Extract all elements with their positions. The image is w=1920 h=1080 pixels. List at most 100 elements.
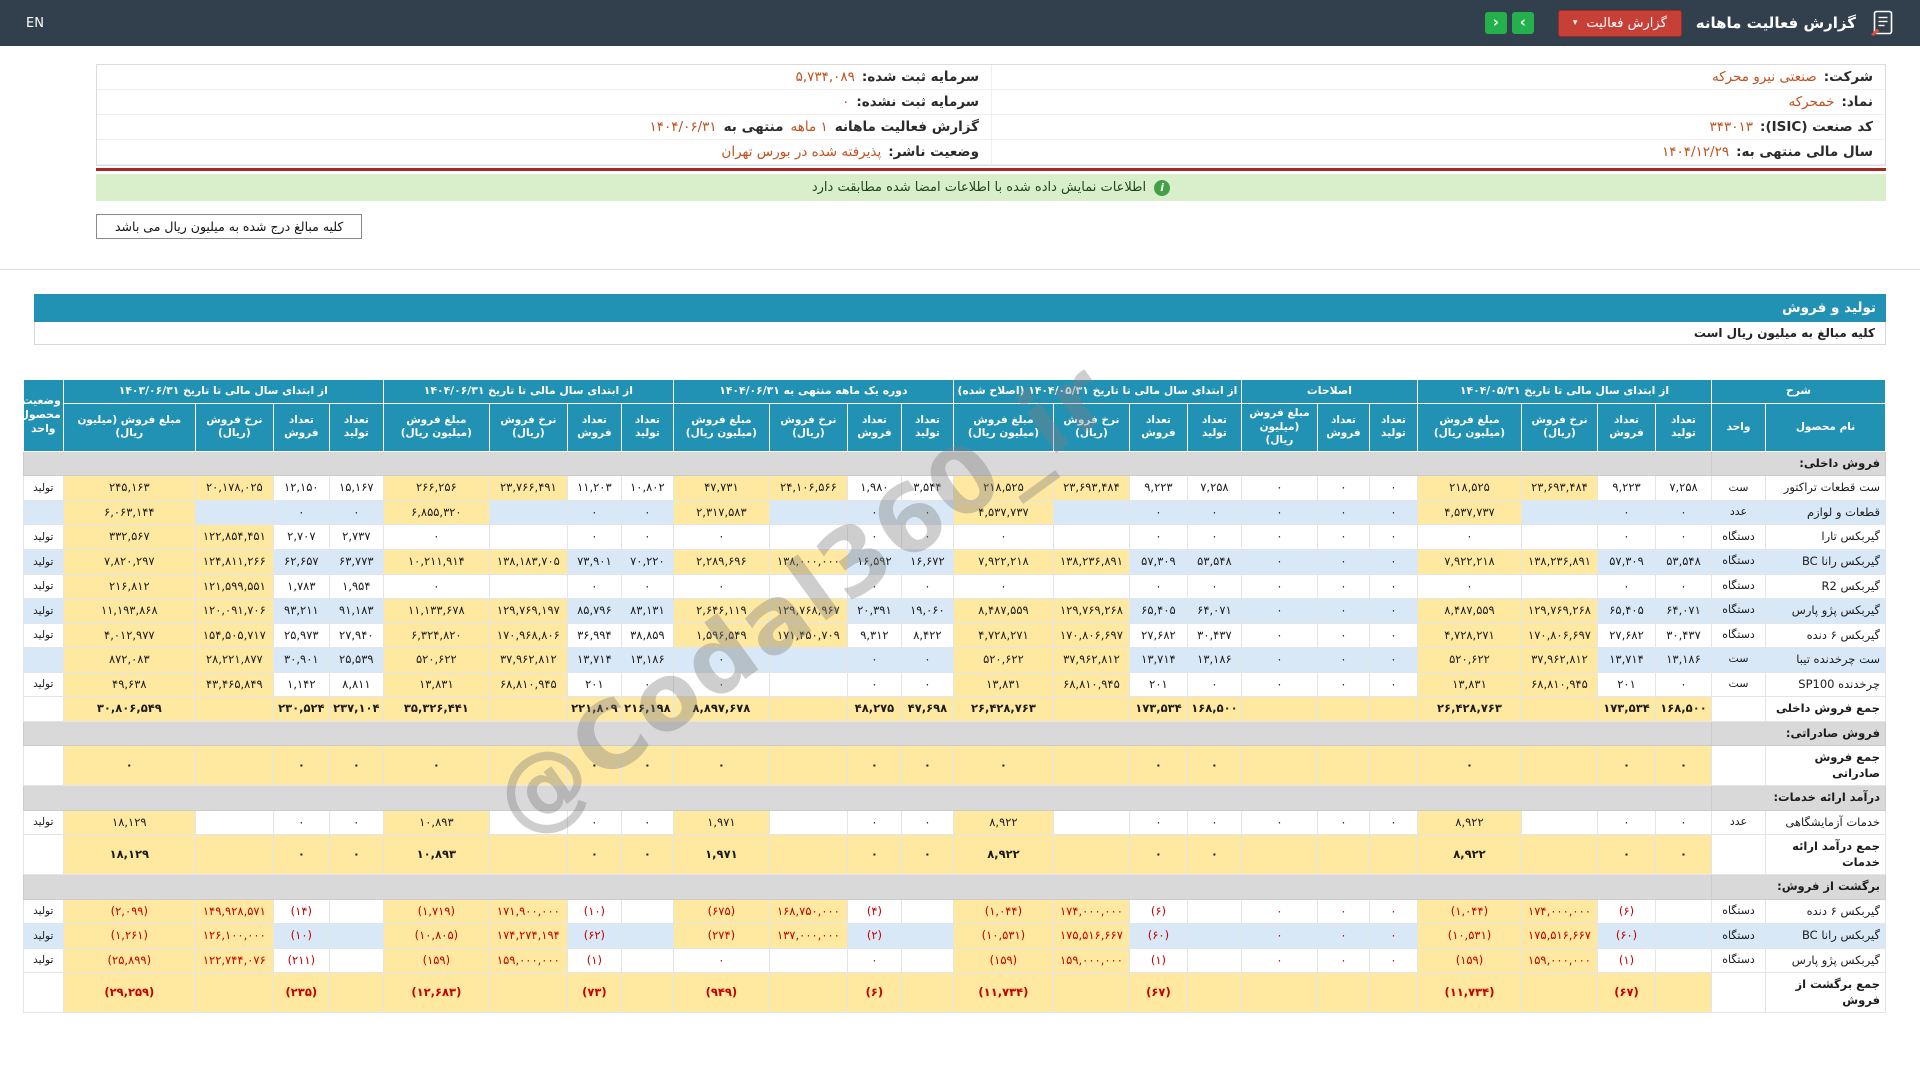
chevron-down-icon: ▾ [1572, 17, 1578, 28]
value-cell: (۲۵,۸۹۹) [62, 947, 196, 974]
value-cell: ۰ [1240, 598, 1318, 624]
value-cell [768, 972, 848, 1014]
value-cell: ۷,۹۲۲,۲۱۸ [1416, 548, 1523, 575]
value-cell [1052, 809, 1130, 836]
value-cell: ۲۶,۴۲۸,۷۶۳ [1416, 696, 1523, 722]
value-cell: ۰ [1655, 524, 1712, 550]
info-field-issuer-status: وضعیت ناشر: پذیرفته شده در بورس تهران [97, 140, 991, 165]
value-cell: ۱۰,۸۰۲ [620, 475, 674, 501]
info-label: وضعیت ناشر: [888, 144, 979, 160]
value-cell: ۰ [900, 809, 954, 836]
value-cell: ۳۸,۸۵۹ [620, 622, 674, 649]
value-cell [488, 745, 568, 787]
value-cell: ۰ [328, 834, 384, 876]
value-cell: ۰ [1368, 947, 1418, 974]
prev-report-button[interactable]: ‹ [1484, 12, 1507, 34]
value-cell: ۰ [1186, 809, 1242, 836]
value-cell [1316, 745, 1370, 787]
value-cell: ۱۳۸,۲۳۶,۸۹۱ [1521, 548, 1598, 575]
value-cell: ۰ [1597, 524, 1656, 550]
value-cell: ۸,۸۹۷,۶۷۸ [672, 696, 770, 722]
value-cell: ۰ [566, 524, 622, 550]
value-cell: ۰ [1655, 573, 1712, 600]
value-cell: ۰ [382, 745, 490, 787]
value-cell [1240, 834, 1318, 876]
value-cell [328, 898, 384, 925]
value-cell: ۶,۸۵۵,۳۲۰ [382, 499, 490, 526]
status-cell: تولید [22, 923, 64, 949]
summary-row: جمع فروش صادراتی ۰ ۰ ۰ ۰ ۰ ۰ ۰ ۰ ۰ ۰ ۰ ۰ ۰ ۰ ۰ [22, 745, 1886, 787]
column-group-header: شرح [1711, 379, 1886, 404]
value-cell: ۰ [900, 499, 954, 526]
unit-cell: دستگاه [1711, 622, 1766, 649]
value-cell: ۱۲۹,۷۶۹,۲۶۸ [1521, 598, 1598, 624]
value-cell: ۰ [1128, 834, 1188, 876]
value-cell: ۸,۹۲۲ [952, 809, 1054, 836]
value-cell: ۶۳,۷۷۳ [328, 548, 384, 575]
value-cell: ۱۳,۱۸۶ [1186, 647, 1242, 673]
value-cell: ۰ [566, 809, 622, 836]
value-cell: ۰ [1655, 834, 1712, 876]
value-cell: ۱۶,۵۹۲ [846, 548, 902, 575]
value-cell: ۱۷۴,۰۰۰,۰۰۰ [1521, 898, 1598, 925]
value-cell: ۳۵,۳۲۶,۴۴۱ [382, 696, 490, 722]
unit-cell [1711, 745, 1766, 787]
value-cell: ۲,۳۱۷,۵۸۳ [672, 499, 770, 526]
value-cell: ۰ [1416, 573, 1523, 600]
language-toggle[interactable]: EN [26, 16, 44, 31]
value-cell: ۲,۲۸۹,۶۹۶ [672, 548, 770, 575]
value-cell [900, 947, 954, 974]
value-cell: ۱۲۶,۱۰۰,۰۰۰ [194, 923, 274, 949]
value-cell [1655, 947, 1712, 974]
info-value: ۵,۷۳۴,۰۸۹ [795, 69, 855, 85]
info-value: ۱۴۰۴/۰۶/۳۱ [649, 119, 717, 135]
value-cell: ۰ [620, 573, 674, 600]
status-cell: تولید [22, 598, 64, 624]
value-cell: ۱۴۹,۹۲۸,۵۷۱ [194, 898, 274, 925]
info-value: ۰ [842, 94, 850, 110]
value-cell [900, 972, 954, 1014]
value-cell: ۰ [1240, 809, 1318, 836]
value-cell: ۱۷۴,۰۰۰,۰۰۰ [1052, 898, 1130, 925]
value-cell: ۰ [1368, 671, 1418, 698]
value-cell [1655, 898, 1712, 925]
value-cell: ۱۳۸,۰۰۰,۰۰۰ [768, 548, 848, 575]
value-cell: ۱۵۹,۰۰۰,۰۰۰ [1521, 947, 1598, 974]
status-cell: تولید [22, 622, 64, 649]
status-cell [22, 647, 64, 673]
value-cell [194, 696, 274, 722]
value-cell: ۲۷,۹۴۰ [328, 622, 384, 649]
value-cell: ۲۳,۶۹۳,۴۸۴ [1521, 475, 1598, 501]
value-cell [1521, 499, 1598, 526]
value-cell: ۱۶,۶۷۲ [900, 548, 954, 575]
product-row: قطعات و لوازم عدد ۰ ۰ ۴,۵۳۷,۷۳۷ ۰ ۰ ۰ ۰ ۰ ۴,۵۳۷,۷۳… [22, 499, 1886, 526]
value-cell: ۱۵۹,۰۰۰,۰۰۰ [488, 947, 568, 974]
next-report-button[interactable]: › [1511, 12, 1534, 34]
value-cell: ۰ [1240, 499, 1318, 526]
section-filler [22, 720, 1713, 747]
section-row: درآمد ارائه خدمات: [22, 785, 1886, 811]
value-cell: ۲۰,۱۷۸,۰۲۵ [194, 475, 274, 501]
value-cell: ۰ [846, 809, 902, 836]
info-label: سرمایه ثبت نشده: [856, 94, 979, 110]
value-cell: ۴۳,۴۶۵,۸۴۹ [194, 671, 274, 698]
value-cell: ۱۰,۸۹۳ [382, 809, 490, 836]
section-filler [22, 874, 1713, 900]
value-cell: ۱,۹۷۱ [672, 834, 770, 876]
section-label: برگشت از فروش: [1711, 874, 1886, 900]
column-header: مبلغ فروش (میلیون ریال) [1240, 403, 1318, 452]
value-cell: ۱۶۸,۵۰۰ [1655, 696, 1712, 722]
value-cell [620, 898, 674, 925]
value-cell [900, 923, 954, 949]
product-name-cell: جمع فروش داخلی [1765, 696, 1886, 722]
value-cell: ۲۵,۹۷۳ [272, 622, 330, 649]
value-cell: ۰ [566, 573, 622, 600]
value-cell: ۱,۵۹۶,۵۴۹ [672, 622, 770, 649]
value-cell [488, 809, 568, 836]
status-cell: تولید [22, 947, 64, 974]
report-type-dropdown[interactable]: گزارش فعالیت ▾ [1557, 9, 1682, 37]
value-cell [1368, 972, 1418, 1014]
value-cell: (۱۵۹) [1416, 947, 1523, 974]
value-cell [620, 972, 674, 1014]
value-cell [768, 947, 848, 974]
